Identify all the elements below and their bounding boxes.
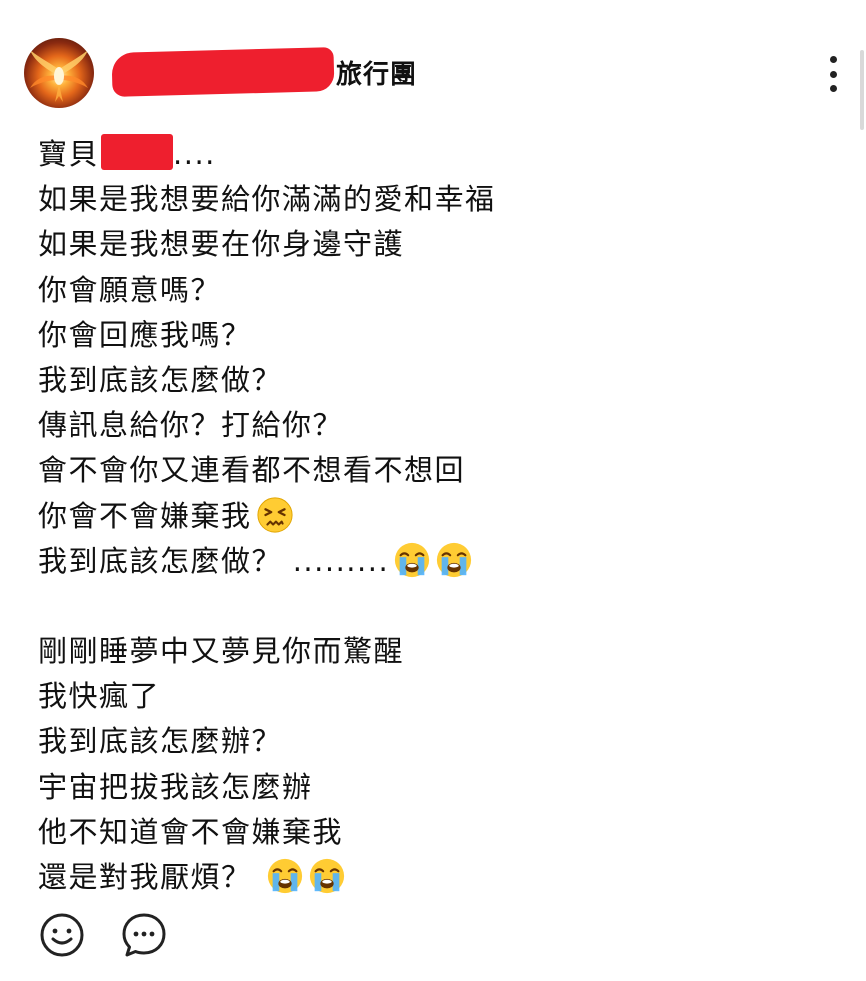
redaction-mark [111,47,335,97]
post-actions [38,911,168,959]
author-name[interactable]: 旅行團 [111,47,418,97]
redaction-mark [101,134,174,170]
comment-bubble-icon[interactable] [120,911,168,959]
caption-line: 如果是我想要在你身邊守護 [38,227,405,262]
caption-line: 我快瘋了 [38,679,161,714]
smiley-icon[interactable] [38,911,86,959]
caption-line: 還是對我厭煩？ [38,855,838,900]
caption-line: 寶貝.... [38,132,838,177]
loudly-crying-face-emoji-icon [268,858,303,894]
caption-line: 宇宙把拔我該怎麼辦 [38,769,313,804]
caption-line: 剛剛睡夢中又夢見你而驚醒 [38,634,405,669]
loudly-crying-face-emoji-icon [310,858,345,894]
caption-line: 我到底該怎麼做？ [38,362,283,397]
phoenix-avatar-icon [30,50,88,102]
caption-line: 你會願意嗎？ [38,272,222,307]
more-options-icon[interactable] [825,56,841,92]
post-caption: 寶貝.... 如果是我想要給你滿滿的愛和幸福 如果是我想要在你身邊守護 你會願意… [38,132,838,900]
loudly-crying-face-emoji-icon [395,542,430,577]
avatar[interactable] [24,38,94,108]
caption-line: 我到底該怎麼做？ ......... [38,539,838,584]
caption-line: 傳訊息給你？打給你？ [38,408,344,443]
caption-line: 他不知道會不會嫌棄我 [38,814,344,849]
caption-line: 如果是我想要給你滿滿的愛和幸福 [38,182,496,217]
caption-line: 你會不會嫌棄我 [38,494,838,539]
author-name-suffix: 旅行團 [336,59,418,90]
post-header: 旅行團 [24,38,866,108]
confounded-face-emoji-icon [256,496,293,533]
scrollbar[interactable] [860,50,864,130]
caption-line: 你會回應我嗎？ [38,317,252,352]
caption-line: 會不會你又連看都不想看不想回 [38,453,466,488]
loudly-crying-face-emoji-icon [437,542,472,577]
caption-line: 我到底該怎麼辦？ [38,724,283,759]
